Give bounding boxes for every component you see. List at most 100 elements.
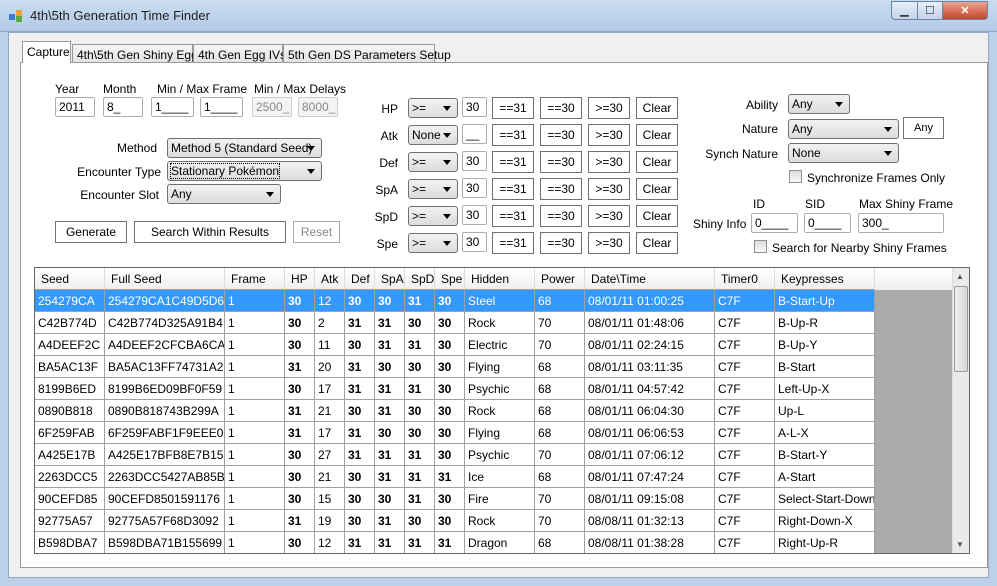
search-within-results-button[interactable]: Search Within Results (134, 221, 286, 243)
table-cell[interactable]: 6F259FABF1F9EEE0 (105, 422, 225, 444)
table-cell[interactable]: 31 (405, 532, 435, 553)
table-cell[interactable]: 30 (405, 422, 435, 444)
hp-compare-select[interactable]: >= (408, 98, 458, 118)
table-cell[interactable]: 30 (285, 312, 315, 334)
spe-clear-button[interactable]: Clear (636, 232, 678, 254)
table-cell[interactable]: 30 (375, 290, 405, 312)
encounter-type-select[interactable]: Stationary Pokémon (167, 161, 322, 181)
table-cell[interactable]: C7F (715, 466, 775, 488)
atk-at-least-30-button[interactable]: >=30 (588, 124, 630, 146)
table-cell[interactable]: 30 (345, 510, 375, 532)
table-cell[interactable]: A425E17BFB8E7B15 (105, 444, 225, 466)
synch-nature-select[interactable]: None (788, 143, 899, 163)
table-cell[interactable]: 31 (375, 378, 405, 400)
tab-shiny-egg[interactable]: 4th\5th Gen Shiny Egg (72, 44, 198, 63)
table-cell[interactable]: 31 (405, 444, 435, 466)
table-cell[interactable]: 31 (285, 422, 315, 444)
table-cell[interactable]: 68 (535, 422, 585, 444)
table-cell[interactable]: A425E17B (35, 444, 105, 466)
scroll-down-icon[interactable]: ▼ (956, 540, 964, 549)
column-header[interactable]: Timer0 (715, 268, 775, 290)
table-cell[interactable]: 08/01/11 01:48:06 (585, 312, 715, 334)
table-cell[interactable]: 254279CA1C49D5D6 (105, 290, 225, 312)
table-cell[interactable]: 68 (535, 378, 585, 400)
table-cell[interactable]: 68 (535, 466, 585, 488)
table-cell[interactable]: 08/01/11 03:11:35 (585, 356, 715, 378)
table-cell[interactable]: C7F (715, 378, 775, 400)
def-value-input[interactable]: 30 (462, 151, 487, 171)
table-cell[interactable]: 30 (345, 488, 375, 510)
table-cell[interactable]: 08/01/11 06:04:30 (585, 400, 715, 422)
table-cell[interactable]: Flying (465, 356, 535, 378)
table-cell[interactable]: 30 (345, 334, 375, 356)
column-header[interactable]: Seed (35, 268, 105, 290)
ability-select[interactable]: Any (788, 94, 850, 114)
table-cell[interactable]: C7F (715, 510, 775, 532)
table-cell[interactable]: 21 (315, 400, 345, 422)
table-cell[interactable]: Fire (465, 488, 535, 510)
month-input[interactable]: 8_ (103, 97, 143, 117)
table-cell[interactable]: 31 (375, 510, 405, 532)
table-cell[interactable]: 30 (285, 488, 315, 510)
nearby-shiny-checkbox[interactable] (754, 240, 767, 253)
table-cell[interactable]: B598DBA7 (35, 532, 105, 553)
table-cell[interactable]: 68 (535, 532, 585, 553)
minimize-button[interactable]: ▁ (891, 1, 918, 20)
tab-ds-parameters[interactable]: 5th Gen DS Parameters Setup (283, 44, 451, 63)
table-cell[interactable]: 30 (435, 312, 465, 334)
table-cell[interactable]: 2 (315, 312, 345, 334)
spa-equals-31-button[interactable]: ==31 (492, 178, 534, 200)
table-cell[interactable]: Select-Start-Down (775, 488, 875, 510)
table-cell[interactable]: C7F (715, 400, 775, 422)
spe-value-input[interactable]: 30 (462, 232, 487, 252)
table-cell[interactable]: C7F (715, 444, 775, 466)
table-cell[interactable]: 31 (435, 532, 465, 553)
scroll-thumb[interactable] (954, 286, 968, 372)
table-cell[interactable]: 30 (405, 356, 435, 378)
encounter-slot-select[interactable]: Any (167, 184, 281, 204)
table-cell[interactable]: 70 (535, 510, 585, 532)
column-header[interactable]: Def (345, 268, 375, 290)
table-cell[interactable]: B-Up-Y (775, 334, 875, 356)
spa-compare-select[interactable]: >= (408, 179, 458, 199)
table-cell[interactable]: 31 (285, 356, 315, 378)
spd-equals-30-button[interactable]: ==30 (540, 205, 582, 227)
table-cell[interactable]: B598DBA71B155699 (105, 532, 225, 553)
table-cell[interactable]: 31 (405, 378, 435, 400)
hp-equals-30-button[interactable]: ==30 (540, 97, 582, 119)
table-cell[interactable]: 27 (315, 444, 345, 466)
def-equals-30-button[interactable]: ==30 (540, 151, 582, 173)
table-cell[interactable]: 15 (315, 488, 345, 510)
table-cell[interactable]: 31 (345, 312, 375, 334)
table-cell[interactable]: BA5AC13FF74731A2 (105, 356, 225, 378)
table-cell[interactable]: B-Start-Y (775, 444, 875, 466)
table-cell[interactable]: 19 (315, 510, 345, 532)
maximize-button[interactable]: ☐ (917, 1, 943, 20)
table-cell[interactable]: 30 (435, 422, 465, 444)
table-cell[interactable]: 30 (285, 334, 315, 356)
sid-input[interactable]: 0____ (804, 213, 851, 233)
table-cell[interactable]: 31 (345, 422, 375, 444)
table-cell[interactable]: Up-L (775, 400, 875, 422)
table-cell[interactable]: 31 (345, 532, 375, 553)
table-cell[interactable]: 2263DCC5427AB85B (105, 466, 225, 488)
table-cell[interactable]: Psychic (465, 444, 535, 466)
table-cell[interactable]: 30 (375, 422, 405, 444)
vertical-scrollbar[interactable]: ▲ ▼ (952, 268, 969, 553)
table-cell[interactable]: C7F (715, 532, 775, 553)
table-cell[interactable]: Right-Down-X (775, 510, 875, 532)
column-header[interactable]: SpD (405, 268, 435, 290)
table-cell[interactable]: 30 (435, 488, 465, 510)
def-clear-button[interactable]: Clear (636, 151, 678, 173)
table-cell[interactable]: B-Start (775, 356, 875, 378)
table-cell[interactable]: 31 (345, 444, 375, 466)
min-delay-input[interactable]: 2500_ (252, 97, 292, 117)
year-input[interactable]: 2011 (55, 97, 95, 117)
def-at-least-30-button[interactable]: >=30 (588, 151, 630, 173)
results-grid[interactable]: Seed Full Seed Frame HP Atk Def SpA SpD Spe Hidde… (34, 267, 970, 554)
table-cell[interactable]: Dragon (465, 532, 535, 553)
table-cell[interactable]: C7F (715, 356, 775, 378)
hp-at-least-30-button[interactable]: >=30 (588, 97, 630, 119)
tab-egg-ivs[interactable]: 4th Gen Egg IVs (193, 44, 286, 63)
spa-at-least-30-button[interactable]: >=30 (588, 178, 630, 200)
